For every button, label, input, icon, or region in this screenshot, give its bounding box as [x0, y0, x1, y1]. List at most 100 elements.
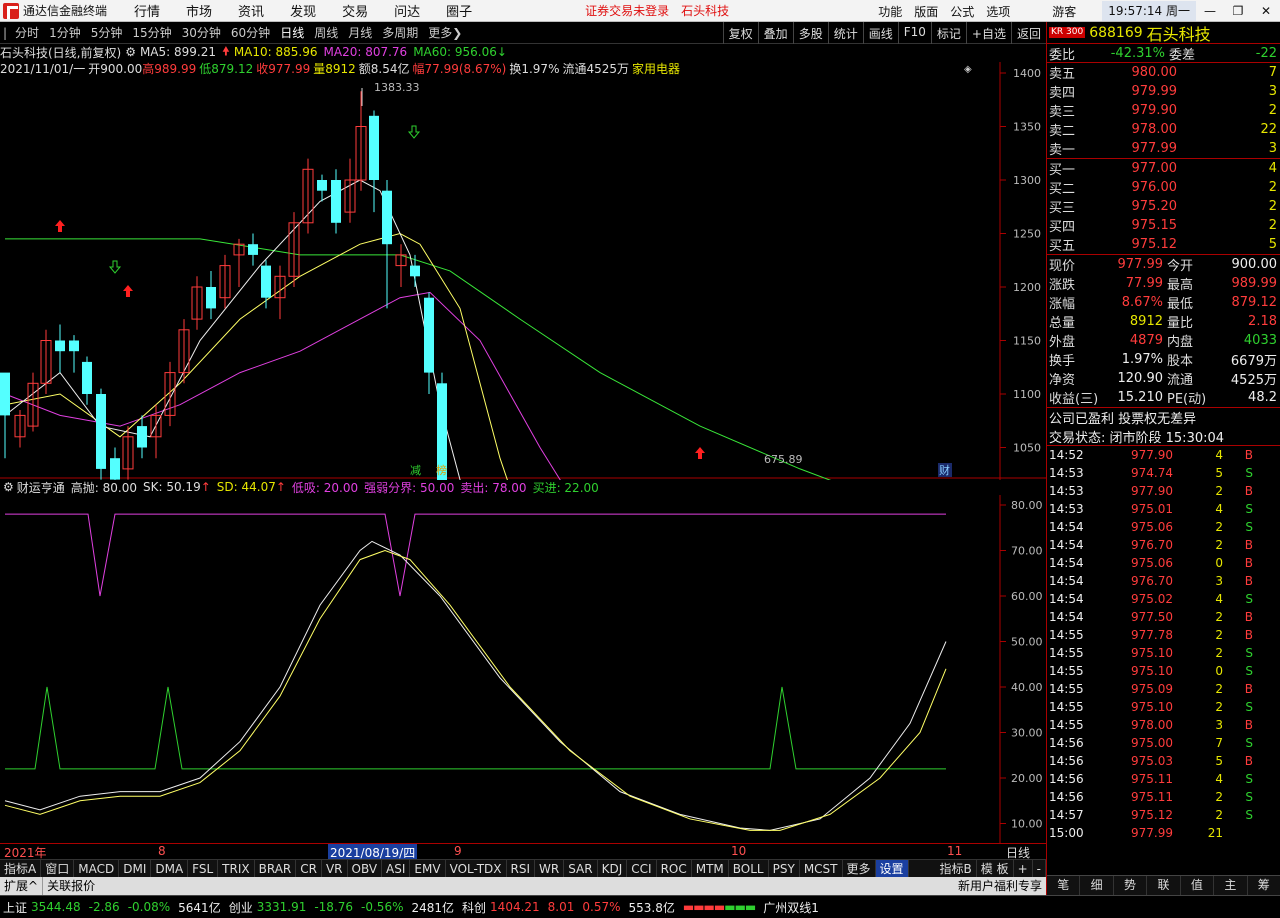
menu-xuanxiang[interactable]: 选项	[980, 3, 1016, 20]
indicator-tab-指标a[interactable]: 指标A	[0, 860, 42, 878]
btn-diejia[interactable]: 叠加	[757, 22, 793, 44]
ask-row[interactable]: 卖一 977.99 3	[1047, 139, 1280, 158]
period-multi[interactable]: 多周期	[377, 24, 423, 41]
ask-row[interactable]: 卖五 980.00 7	[1047, 63, 1280, 82]
indicator-tab-trix[interactable]: TRIX	[218, 860, 255, 878]
bid-row[interactable]: 买五 975.12 5	[1047, 235, 1280, 254]
indicator-tab-mcst[interactable]: MCST	[800, 860, 843, 878]
period-15min[interactable]: 15分钟	[127, 24, 176, 41]
ask-row[interactable]: 卖二 978.00 22	[1047, 120, 1280, 139]
indicator-tab-sar[interactable]: SAR	[564, 860, 598, 878]
indicator-tab-窗口[interactable]: 窗口	[41, 860, 75, 878]
quote-tab[interactable]: 主	[1214, 876, 1248, 895]
indicator-tab-cr[interactable]: CR	[296, 860, 322, 878]
expand-button[interactable]: 扩展^	[0, 877, 44, 895]
kc-label[interactable]: 科创	[462, 899, 486, 916]
indicator-tab-rsi[interactable]: RSI	[507, 860, 536, 878]
indicator-tab-mtm[interactable]: MTM	[692, 860, 729, 878]
period-60min[interactable]: 60分钟	[226, 24, 275, 41]
period-fenshi[interactable]: 分时	[10, 24, 44, 41]
indicator-tab-更多[interactable]: 更多	[843, 860, 876, 878]
user-label[interactable]: 游客	[1046, 3, 1082, 20]
quote-tab[interactable]: 笔	[1047, 876, 1081, 895]
indicator-tab-emv[interactable]: EMV	[410, 860, 446, 878]
indicator-right-tab[interactable]: +	[1014, 860, 1033, 878]
bid-row[interactable]: 买一 977.00 4	[1047, 159, 1280, 178]
promo-link[interactable]: 新用户福利专享	[954, 877, 1046, 895]
candlestick-chart[interactable]: 1400135013001250120011501100105010009509…	[0, 62, 1046, 480]
bid-row[interactable]: 买三 975.20 2	[1047, 197, 1280, 216]
menu-gongshi[interactable]: 公式	[944, 3, 980, 20]
indicator-tab-kdj[interactable]: KDJ	[598, 860, 628, 878]
badge-jian[interactable]: 减	[410, 464, 421, 477]
indicator-tab-fsl[interactable]: FSL	[188, 860, 219, 878]
btn-tongji[interactable]: 统计	[827, 22, 863, 44]
btn-f10[interactable]: F10	[897, 22, 931, 44]
indicator-tab-asi[interactable]: ASI	[382, 860, 411, 878]
period-monthly[interactable]: 月线	[343, 24, 377, 41]
btn-duogu[interactable]: 多股	[792, 22, 828, 44]
quote-tab[interactable]: 势	[1114, 876, 1148, 895]
menu-jiaoyi[interactable]: 交易	[329, 1, 381, 20]
indicator-tab-wr[interactable]: WR	[535, 860, 565, 878]
indicator-right-tab[interactable]: 模 板	[977, 860, 1014, 878]
period-more[interactable]: 更多❯	[423, 24, 467, 41]
quote-tab[interactable]: 细	[1080, 876, 1114, 895]
sh-label[interactable]: 上证	[3, 899, 27, 916]
settings-gear-icon[interactable]: ⚙	[125, 45, 136, 59]
period-30min[interactable]: 30分钟	[177, 24, 226, 41]
menu-hangqing[interactable]: 行情	[121, 1, 173, 20]
ask-row[interactable]: 卖四 979.99 3	[1047, 82, 1280, 101]
menu-shichang[interactable]: 市场	[173, 1, 225, 20]
period-weekly[interactable]: 周线	[309, 24, 343, 41]
period-1min[interactable]: 1分钟	[44, 24, 86, 41]
period-daily[interactable]: 日线	[275, 24, 309, 41]
btn-biaoji[interactable]: 标记	[930, 22, 966, 44]
expand-icon[interactable]: |	[0, 26, 10, 40]
indicator-chart[interactable]: 80.00 70.00 60.00 50.00 40.00 30.00 20.00 10.00	[0, 495, 1046, 843]
indicator-tab-obv[interactable]: OBV	[348, 860, 383, 878]
indicator-tab-roc[interactable]: ROC	[657, 860, 692, 878]
quote-tab[interactable]: 筹	[1248, 876, 1280, 895]
indicator-tab-cci[interactable]: CCI	[627, 860, 657, 878]
quote-tab[interactable]: 值	[1181, 876, 1215, 895]
bid-row[interactable]: 买四 975.15 2	[1047, 216, 1280, 235]
btn-zixuan[interactable]: +自选	[965, 22, 1011, 44]
related-quotes-button[interactable]: 关联报价	[43, 877, 99, 895]
menu-zixun[interactable]: 资讯	[225, 1, 277, 20]
indicator-gear-icon[interactable]: ⚙	[3, 480, 14, 494]
indicator-tab-dma[interactable]: DMA	[151, 860, 189, 878]
bid-row[interactable]: 买二 976.00 2	[1047, 178, 1280, 197]
login-warning[interactable]: 证券交易未登录	[585, 2, 669, 19]
indicator-tab-vr[interactable]: VR	[322, 860, 348, 878]
period-5min[interactable]: 5分钟	[86, 24, 128, 41]
stock-link[interactable]: 石头科技	[681, 2, 729, 19]
btn-huaxian[interactable]: 画线	[862, 22, 898, 44]
indicator-tab-vol-tdx[interactable]: VOL-TDX	[446, 860, 507, 878]
menu-faxian[interactable]: 发现	[277, 1, 329, 20]
indicator-tab-boll[interactable]: BOLL	[729, 860, 769, 878]
menu-gongneng[interactable]: 功能	[872, 3, 908, 20]
collapse-icon[interactable]: ◈	[964, 64, 972, 75]
restore-icon[interactable]: ❐	[1224, 4, 1252, 18]
menu-quanzi[interactable]: 圈子	[433, 1, 485, 20]
indicator-tab-dmi[interactable]: DMI	[119, 860, 152, 878]
quote-tab[interactable]: 联	[1147, 876, 1181, 895]
indicator-right-tab[interactable]: 指标B	[936, 860, 977, 878]
indicator-name[interactable]: 财运亨通	[17, 479, 65, 496]
btn-fanhui[interactable]: 返回	[1010, 22, 1046, 44]
indicator-tab-brar[interactable]: BRAR	[255, 860, 297, 878]
indicator-tab-macd[interactable]: MACD	[74, 860, 120, 878]
cy-label[interactable]: 创业	[229, 899, 253, 916]
menu-wenda[interactable]: 问达	[381, 1, 433, 20]
badge-cai[interactable]: 财	[939, 463, 950, 477]
menu-banmian[interactable]: 版面	[908, 3, 944, 20]
indicator-right-tab[interactable]: -	[1033, 860, 1046, 878]
indicator-tab-设置[interactable]: 设置	[875, 860, 909, 878]
btn-fuquan[interactable]: 复权	[722, 22, 758, 44]
indicator-tab-psy[interactable]: PSY	[769, 860, 800, 878]
close-icon[interactable]: ✕	[1252, 4, 1280, 18]
badge-bang[interactable]: 榜	[436, 463, 447, 477]
minimize-icon[interactable]: —	[1196, 4, 1224, 18]
ask-row[interactable]: 卖三 979.90 2	[1047, 101, 1280, 120]
